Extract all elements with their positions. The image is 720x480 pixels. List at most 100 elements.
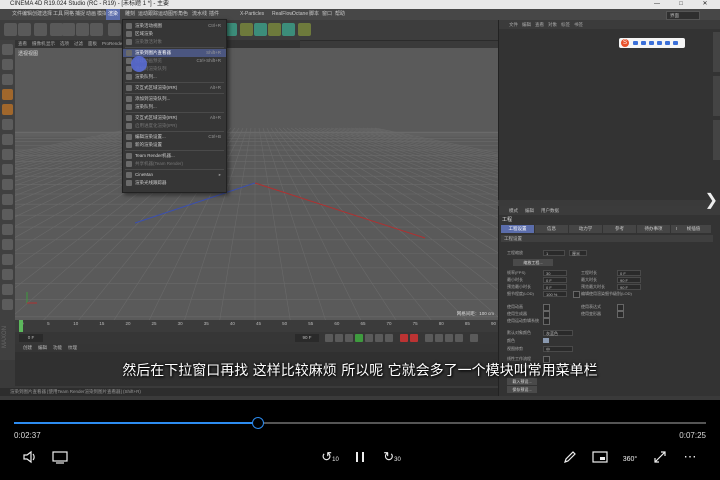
pause-button[interactable]: [350, 450, 370, 467]
next-arrow-icon[interactable]: ❯: [705, 190, 718, 210]
skip-forward-button[interactable]: ↻30: [380, 450, 404, 467]
checkbox[interactable]: [617, 304, 624, 311]
prev-key-button[interactable]: [335, 334, 343, 342]
color-swatch[interactable]: [543, 338, 549, 343]
close-button[interactable]: ✕: [696, 0, 714, 9]
view-clip-select[interactable]: 中: [543, 346, 573, 352]
toolbar-button[interactable]: [90, 23, 103, 36]
auto-key-button[interactable]: [410, 334, 418, 342]
left-tool-button[interactable]: [2, 179, 13, 190]
end-frame-field[interactable]: 90 F: [295, 334, 319, 342]
viewport-menu-item[interactable]: 摄像机: [32, 40, 46, 48]
render-menu-item[interactable]: 新的渲染设置: [123, 141, 226, 149]
left-tool-button[interactable]: [2, 284, 13, 295]
toolbar-button[interactable]: [268, 23, 281, 36]
toolbar-button[interactable]: [18, 23, 31, 36]
render-menu-item[interactable]: 区域渲染: [123, 30, 226, 38]
more-options-button[interactable]: ⋯: [680, 450, 700, 464]
viewport-menu-item[interactable]: 选项: [60, 40, 69, 48]
key-rotation-button[interactable]: [435, 334, 443, 342]
attribute-tab[interactable]: 动力学: [569, 225, 602, 233]
attribute-tab[interactable]: 帧插值: [677, 225, 710, 233]
layout-select[interactable]: 界面: [666, 11, 700, 20]
left-tool-button[interactable]: [2, 209, 13, 220]
render-menu-item[interactable]: 添加到渲染队列...: [123, 95, 226, 103]
lod-checkbox[interactable]: [573, 291, 580, 298]
menu-item[interactable]: X-Particles: [238, 9, 266, 20]
render-menu-item[interactable]: Team Render机器...: [123, 152, 226, 160]
left-tool-button[interactable]: [2, 134, 13, 145]
render-menu-item[interactable]: 交互式区域渲染(IRR) Alt+R: [123, 114, 226, 122]
skip-back-button[interactable]: ↺10: [318, 450, 342, 467]
fullscreen-button[interactable]: [650, 450, 670, 467]
toolbar-button[interactable]: [76, 23, 89, 36]
attribute-tab[interactable]: 待办事项: [637, 225, 670, 233]
render-menu-item[interactable]: 共享机器(Team Render): [123, 160, 226, 168]
menu-item[interactable]: 窗口: [320, 9, 334, 20]
left-tool-button[interactable]: [2, 299, 13, 310]
start-frame-field[interactable]: 0 F: [19, 334, 43, 342]
checkbox[interactable]: [617, 311, 624, 318]
menu-item[interactable]: 渲染: [106, 9, 121, 20]
toolbar-button[interactable]: [254, 23, 267, 36]
render-menu-item[interactable]: 交互式区域渲染(IRR) Alt+R: [123, 84, 226, 92]
play-button[interactable]: [355, 334, 363, 342]
next-frame-button[interactable]: [365, 334, 373, 342]
subtitles-button[interactable]: [50, 450, 70, 467]
field-value[interactable]: 90 F: [617, 277, 641, 283]
render-menu-item[interactable]: 启用进度化渲染(IPR): [123, 122, 226, 130]
toolbar-button[interactable]: [4, 23, 17, 36]
menu-item[interactable]: 脚本: [307, 9, 321, 20]
checkbox[interactable]: [543, 311, 550, 318]
object-menu-item[interactable]: 对象: [548, 20, 557, 29]
minimize-button[interactable]: —: [648, 0, 666, 9]
toolbar-button[interactable]: [282, 23, 295, 36]
left-tool-button[interactable]: [2, 44, 13, 55]
material-menu-item[interactable]: 编辑: [38, 344, 47, 352]
field-value[interactable]: 90 F: [617, 284, 641, 290]
next-key-button[interactable]: [375, 334, 383, 342]
left-tool-button[interactable]: [2, 104, 13, 115]
render-menu-item[interactable]: 渲染光线跟踪器: [123, 179, 226, 187]
attribute-menu-item[interactable]: 编辑: [525, 206, 534, 215]
attribute-tab[interactable]: 信息: [535, 225, 568, 233]
checkbox[interactable]: [543, 304, 550, 311]
toolbar-button[interactable]: [62, 23, 75, 36]
viewport-menu-item[interactable]: 过滤: [74, 40, 83, 48]
left-tool-button[interactable]: [2, 254, 13, 265]
attribute-menu-item[interactable]: 模式: [509, 206, 518, 215]
left-tool-button[interactable]: [2, 239, 13, 250]
left-tool-button[interactable]: [2, 119, 13, 130]
left-tool-button[interactable]: [2, 149, 13, 160]
object-manager[interactable]: 文件 编辑 查看 对象 标签 书签 S: [498, 20, 720, 200]
left-tool-button[interactable]: [2, 74, 13, 85]
object-menu-item[interactable]: 文件: [509, 20, 518, 29]
timeline-menu-button[interactable]: [470, 334, 478, 342]
playhead[interactable]: [19, 320, 23, 332]
project-scale-unit[interactable]: 厘米: [569, 250, 587, 256]
maximize-button[interactable]: □: [672, 0, 690, 9]
render-menu-item[interactable]: 渲染激活对象: [123, 38, 226, 46]
field-value[interactable]: 0 F: [543, 284, 567, 290]
volume-button[interactable]: [20, 450, 40, 467]
miniplayer-button[interactable]: [590, 450, 610, 467]
material-menu-item[interactable]: 创建: [23, 344, 32, 352]
object-menu-item[interactable]: 查看: [535, 20, 544, 29]
viewport-menu-item[interactable]: 面板: [88, 40, 97, 48]
viewport-perspective[interactable]: 透视视图 网格间距：100 cm: [15, 48, 498, 320]
viewport-menu-item[interactable]: 查看: [18, 40, 27, 48]
left-tool-button[interactable]: [2, 269, 13, 280]
attribute-menu-item[interactable]: 用户数据: [541, 206, 559, 215]
render-menu-item[interactable]: 渲染活动视图 Ctrl+R: [123, 22, 226, 30]
render-menu-item[interactable]: CineMan ▸: [123, 171, 226, 179]
material-menu-item[interactable]: 功能: [53, 344, 62, 352]
toolbar-button[interactable]: [298, 23, 311, 36]
360-view-button[interactable]: 360°: [620, 450, 640, 467]
left-tool-button[interactable]: [2, 164, 13, 175]
material-menu-item[interactable]: 纹理: [68, 344, 77, 352]
save-preset-button[interactable]: 保存预设...: [507, 386, 537, 393]
ime-toolbar[interactable]: S: [619, 38, 685, 48]
menu-item[interactable]: 帮助: [333, 9, 347, 20]
side-tab[interactable]: [713, 76, 720, 116]
progress-thumb[interactable]: [252, 417, 265, 429]
